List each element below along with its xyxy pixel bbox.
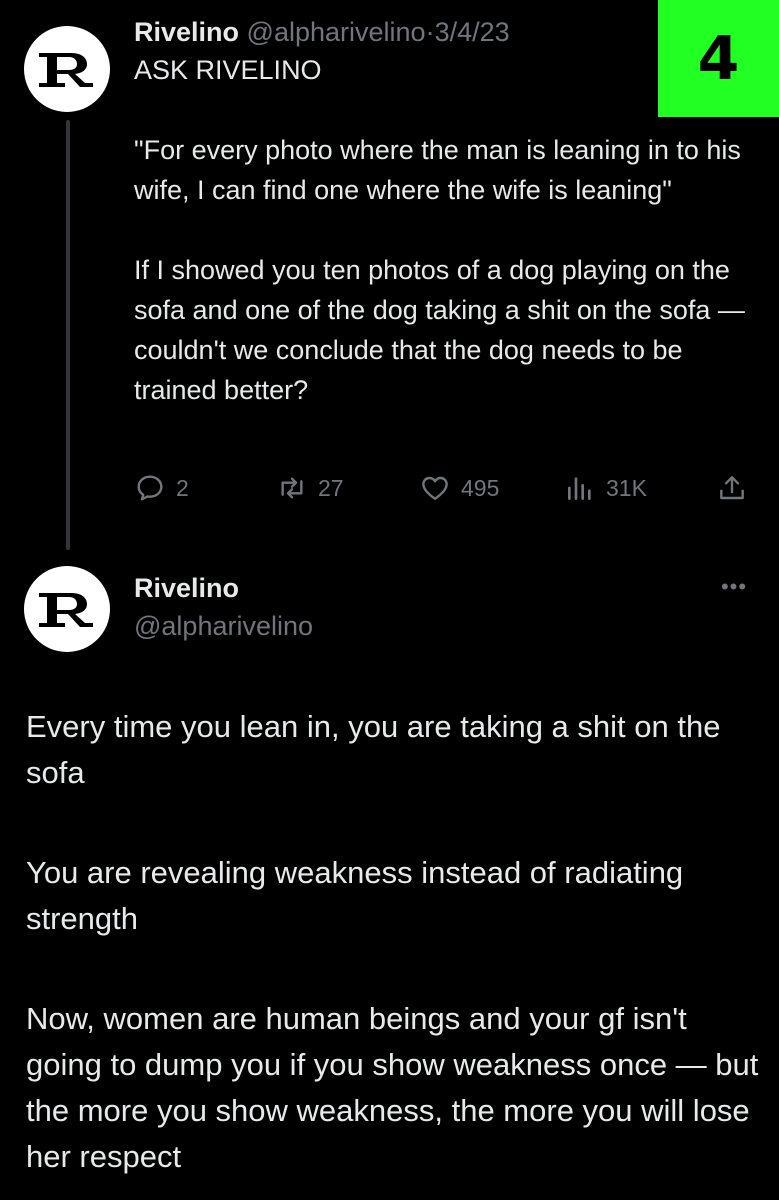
views-button[interactable]: 31K: [564, 468, 647, 508]
like-count: 495: [461, 474, 500, 501]
separator-dot: ·: [425, 17, 435, 47]
view-count: 31K: [606, 474, 647, 501]
reply-count: 2: [176, 474, 189, 501]
retweet-count: 27: [318, 474, 344, 501]
tweet-paragraph: Every time you lean in, you are taking a…: [26, 709, 721, 790]
tweet-paragraph: If I showed you ten photos of a dog play…: [134, 255, 745, 405]
tweet-text: ASK RIVELINO "For every photo where the …: [134, 50, 754, 410]
author-name[interactable]: Rivelino: [134, 17, 239, 47]
avatar[interactable]: [24, 26, 110, 112]
author-handle[interactable]: @alpharivelino: [134, 606, 313, 646]
parent-tweet[interactable]: Rivelino @alpharivelino·3/4/23 ASK RIVEL…: [134, 12, 745, 410]
thread-connector: [66, 120, 70, 550]
views-icon: [568, 477, 591, 500]
more-options-icon[interactable]: •••: [712, 572, 756, 602]
reply-icon: [137, 475, 163, 501]
share-icon: [720, 476, 744, 500]
avatar[interactable]: [24, 566, 110, 652]
rivelino-logo-icon: [39, 53, 93, 87]
rivelino-logo-icon: [39, 593, 93, 627]
reply-button[interactable]: 2: [134, 468, 189, 508]
like-button[interactable]: 495: [419, 468, 499, 508]
retweet-icon: [281, 477, 303, 499]
tweet-title: ASK RIVELINO: [134, 55, 322, 85]
main-tweet-text: Every time you lean in, you are taking a…: [26, 704, 761, 1180]
tweet-paragraph: "For every photo where the man is leanin…: [134, 135, 741, 205]
tweet-header: Rivelino @alpharivelino·3/4/23: [134, 12, 654, 52]
heart-icon: [422, 476, 448, 500]
retweet-button[interactable]: 27: [276, 468, 344, 508]
share-button[interactable]: [716, 468, 748, 508]
tweet-paragraph: You are revealing weakness instead of ra…: [26, 855, 684, 936]
author-name[interactable]: Rivelino: [134, 568, 239, 608]
tweet-actions: 2 27 495 31K: [134, 468, 754, 508]
author-handle[interactable]: @alpharivelino: [247, 17, 426, 47]
tweet-date[interactable]: 3/4/23: [435, 17, 510, 47]
tweet-paragraph: Now, women are human beings and your gf …: [26, 1001, 759, 1174]
